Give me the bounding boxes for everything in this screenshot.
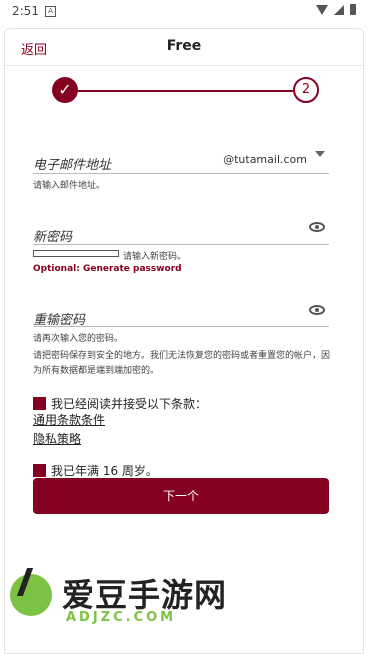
- email-label: 电子邮件地址: [33, 158, 112, 173]
- checkmark-icon: ✓: [58, 80, 72, 99]
- repeat-password-field[interactable]: 重输密码 请再次输入您的密码。: [33, 302, 329, 344]
- privacy-link[interactable]: 隐私策略: [33, 430, 81, 447]
- new-password-field[interactable]: 新密码 请输入新密码。 Optional: Generate password: [33, 218, 329, 278]
- step-complete: ✓: [52, 77, 78, 103]
- page-title: Free: [166, 38, 202, 54]
- age-checkbox-row[interactable]: 我已年满 16 周岁。: [33, 462, 158, 479]
- terms-checkbox[interactable]: [33, 397, 46, 410]
- email-domain-select[interactable]: @tutamail.com: [223, 153, 307, 166]
- chevron-down-icon[interactable]: [315, 151, 325, 157]
- system-icons: [316, 4, 356, 15]
- email-help: 请输入邮件地址。: [33, 181, 106, 191]
- new-password-underline: [33, 244, 329, 245]
- step-current: 2: [293, 77, 319, 103]
- eye-icon[interactable]: [309, 222, 325, 232]
- notification-badge: A: [45, 6, 56, 17]
- next-button[interactable]: 下一个: [33, 478, 329, 514]
- wifi-icon: [316, 4, 328, 15]
- status-bar: 2:51 A: [0, 0, 368, 24]
- terms-checkbox-row[interactable]: 我已经阅读并接受以下条款：: [33, 395, 207, 412]
- password-strength-text: 请输入新密码。: [123, 252, 187, 262]
- terms-label: 我已经阅读并接受以下条款：: [51, 397, 208, 411]
- email-underline: [33, 173, 329, 174]
- age-checkbox[interactable]: [33, 464, 46, 477]
- password-notice: 请把密码保存到安全的地方。我们无法恢复您的密码或者重置您的帐户，因为所有数据都是…: [33, 351, 331, 376]
- header: 返回 Free: [5, 29, 363, 66]
- generate-password-link[interactable]: Optional: Generate password: [33, 264, 182, 274]
- age-label: 我已年满 16 周岁。: [51, 464, 158, 478]
- watermark-subtitle: ADJZC.COM: [66, 610, 177, 625]
- password-strength-bar: [33, 250, 119, 257]
- signal-icon: [334, 4, 344, 15]
- new-password-label: 新密码: [33, 230, 73, 245]
- email-field[interactable]: 电子邮件地址 @tutamail.com 请输入邮件地址。: [33, 146, 329, 191]
- stepper-line: [78, 90, 293, 92]
- repeat-password-help: 请再次输入您的密码。: [33, 334, 124, 344]
- watermark: 爱豆手游网 ADJZC.COM: [6, 566, 266, 628]
- status-time: 2:51: [12, 4, 39, 18]
- progress-stepper: ✓ 2: [52, 77, 319, 105]
- eye-icon[interactable]: [309, 305, 325, 315]
- watermark-logo-icon: [10, 574, 52, 616]
- battery-icon: [350, 4, 356, 15]
- terms-link[interactable]: 通用条款条件: [33, 411, 105, 428]
- repeat-password-underline: [33, 326, 329, 327]
